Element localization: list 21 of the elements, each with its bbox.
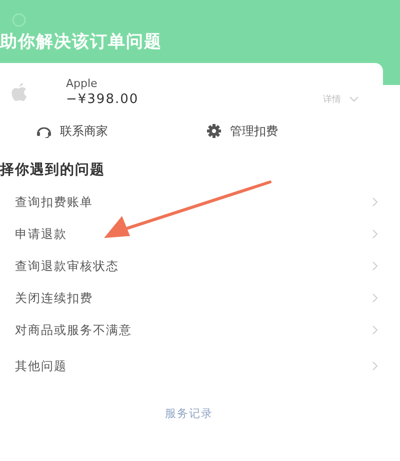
chevron-right-icon bbox=[372, 197, 378, 207]
issue-item[interactable]: 查询扣费账单 bbox=[0, 186, 400, 218]
chevron-down-icon bbox=[349, 96, 359, 102]
chevron-right-icon bbox=[372, 325, 378, 335]
circle-icon[interactable] bbox=[12, 13, 26, 27]
page-title: 助你解决该订单问题 bbox=[0, 31, 163, 53]
issue-item[interactable]: 申请退款 bbox=[0, 218, 400, 250]
contact-merchant-button[interactable]: 联系商家 bbox=[36, 122, 108, 140]
issue-item[interactable]: 对商品或服务不满意 bbox=[0, 314, 400, 346]
issue-item[interactable]: 关闭连续扣费 bbox=[0, 282, 400, 314]
chevron-right-icon bbox=[372, 261, 378, 271]
order-amount: −¥398.00 bbox=[66, 90, 140, 108]
chevron-right-icon bbox=[372, 293, 378, 303]
headset-icon bbox=[36, 124, 52, 138]
chevron-right-icon bbox=[372, 361, 378, 371]
chevron-right-icon bbox=[372, 229, 378, 239]
manage-billing-button[interactable]: 管理扣费 bbox=[206, 122, 278, 140]
issue-item[interactable]: 查询退款审核状态 bbox=[0, 250, 400, 282]
merchant-name: Apple bbox=[66, 76, 98, 90]
settings-icon bbox=[206, 124, 222, 138]
issue-item[interactable]: 其他问题 bbox=[0, 346, 400, 386]
